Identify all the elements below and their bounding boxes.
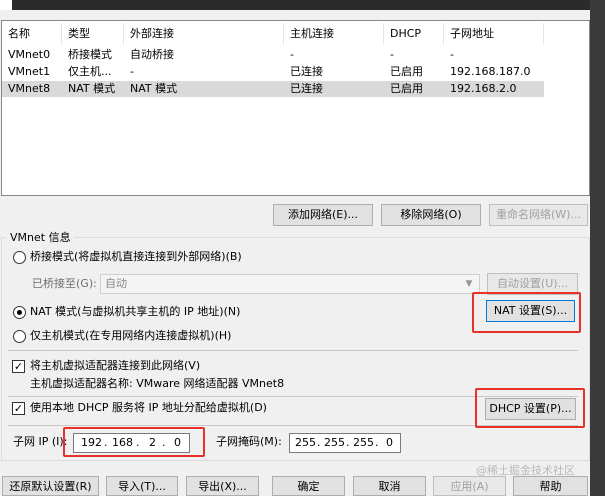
adapter-name-label: 主机虚拟适配器名称: VMware 网络适配器 VMnet8 — [30, 377, 285, 390]
help-button[interactable]: 帮助 — [513, 476, 588, 496]
window-corner — [0, 0, 12, 10]
bridged-to-value: 自动 — [105, 277, 127, 290]
ip-octet: 255 — [353, 436, 374, 449]
table-row[interactable]: VMnet0 桥接模式 自动桥接 - - - — [2, 47, 544, 63]
column-header-name[interactable]: 名称 — [2, 23, 62, 45]
ok-button[interactable]: 确定 — [272, 476, 345, 496]
cell-subnet: 192.168.187.0 — [450, 65, 531, 78]
ip-dot: . — [375, 436, 379, 449]
cell-subnet: - — [450, 48, 454, 61]
bridged-to-label: 已桥接至(G): — [32, 277, 97, 290]
subnet-mask-label: 子网掩码(M): — [216, 435, 282, 448]
cell-subnet: 192.168.2.0 — [450, 82, 517, 95]
ip-octet: 0 — [386, 436, 393, 449]
restore-defaults-button[interactable]: 还原默认设置(R) — [2, 476, 99, 496]
highlight-box-nat — [472, 292, 581, 333]
group-title: VMnet 信息 — [7, 231, 74, 245]
cell-name: VMnet1 — [8, 65, 51, 78]
bridged-to-select[interactable]: 自动 ▼ — [100, 274, 480, 294]
watermark: @稀土掘金技术社区 — [476, 464, 575, 477]
nat-mode-radio[interactable] — [13, 306, 26, 319]
highlight-box-subnet-ip — [63, 427, 205, 457]
cell-dhcp: 已启用 — [390, 65, 423, 78]
cell-host: - — [290, 48, 294, 61]
ip-octet: 255 — [324, 436, 345, 449]
bridged-mode-radio[interactable] — [13, 251, 26, 264]
cell-name: VMnet0 — [8, 48, 51, 61]
export-button[interactable]: 导出(X)... — [186, 476, 259, 496]
cell-dhcp: - — [390, 48, 394, 61]
cancel-button[interactable]: 取消 — [353, 476, 426, 496]
connect-adapter-label: 将主机虚拟适配器连接到此网络(V) — [30, 359, 201, 372]
import-button[interactable]: 导入(T)... — [106, 476, 178, 496]
column-header-type[interactable]: 类型 — [62, 23, 124, 45]
ip-octet: 255 — [295, 436, 316, 449]
remove-network-button[interactable]: 移除网络(O) — [381, 204, 481, 226]
highlight-box-dhcp — [475, 388, 585, 428]
host-only-radio[interactable] — [13, 330, 26, 343]
subnet-mask-input[interactable]: 255 . 255 . 255 . 0 — [289, 433, 401, 453]
network-list[interactable]: 名称 类型 外部连接 主机连接 DHCP 子网地址 VMnet0 桥接模式 自动… — [1, 20, 590, 196]
cell-name: VMnet8 — [8, 82, 51, 95]
cell-external: 自动桥接 — [130, 48, 174, 61]
use-dhcp-checkbox[interactable]: ✓ — [12, 402, 25, 415]
nat-mode-label: NAT 模式(与虚拟机共享主机的 IP 地址)(N) — [30, 305, 241, 318]
use-dhcp-label: 使用本地 DHCP 服务将 IP 地址分配给虚拟机(D) — [30, 401, 267, 414]
column-header-external[interactable]: 外部连接 — [124, 23, 284, 45]
ip-dot: . — [346, 436, 350, 449]
subnet-ip-label: 子网 IP (I): — [13, 435, 68, 448]
cell-external: NAT 模式 — [130, 82, 178, 95]
window-edge — [590, 0, 605, 496]
bridged-mode-label: 桥接模式(将虚拟机直接连接到外部网络)(B) — [30, 250, 242, 263]
add-network-button[interactable]: 添加网络(E)... — [273, 204, 373, 226]
cell-type: 仅主机... — [68, 65, 112, 78]
cell-dhcp: 已启用 — [390, 82, 423, 95]
connect-adapter-checkbox[interactable]: ✓ — [12, 360, 25, 373]
apply-button[interactable]: 应用(A) — [433, 476, 506, 496]
title-bar — [0, 0, 605, 10]
rename-network-button[interactable]: 重命名网络(W)... — [489, 204, 588, 226]
cell-type: 桥接模式 — [68, 48, 112, 61]
table-row-selected[interactable]: VMnet8 NAT 模式 NAT 模式 已连接 已启用 192.168.2.0 — [2, 81, 544, 97]
cell-host: 已连接 — [290, 82, 323, 95]
column-header-dhcp[interactable]: DHCP — [384, 23, 444, 45]
column-header-subnet[interactable]: 子网地址 — [444, 23, 544, 45]
ip-dot: . — [317, 436, 321, 449]
host-only-label: 仅主机模式(在专用网络内连接虚拟机)(H) — [30, 329, 232, 342]
cell-host: 已连接 — [290, 65, 323, 78]
column-header-host[interactable]: 主机连接 — [284, 23, 384, 45]
chevron-down-icon: ▼ — [465, 279, 473, 289]
cell-external: - — [130, 65, 134, 78]
divider — [8, 350, 578, 351]
table-row[interactable]: VMnet1 仅主机... - 已连接 已启用 192.168.187.0 — [2, 64, 544, 80]
cell-type: NAT 模式 — [68, 82, 116, 95]
